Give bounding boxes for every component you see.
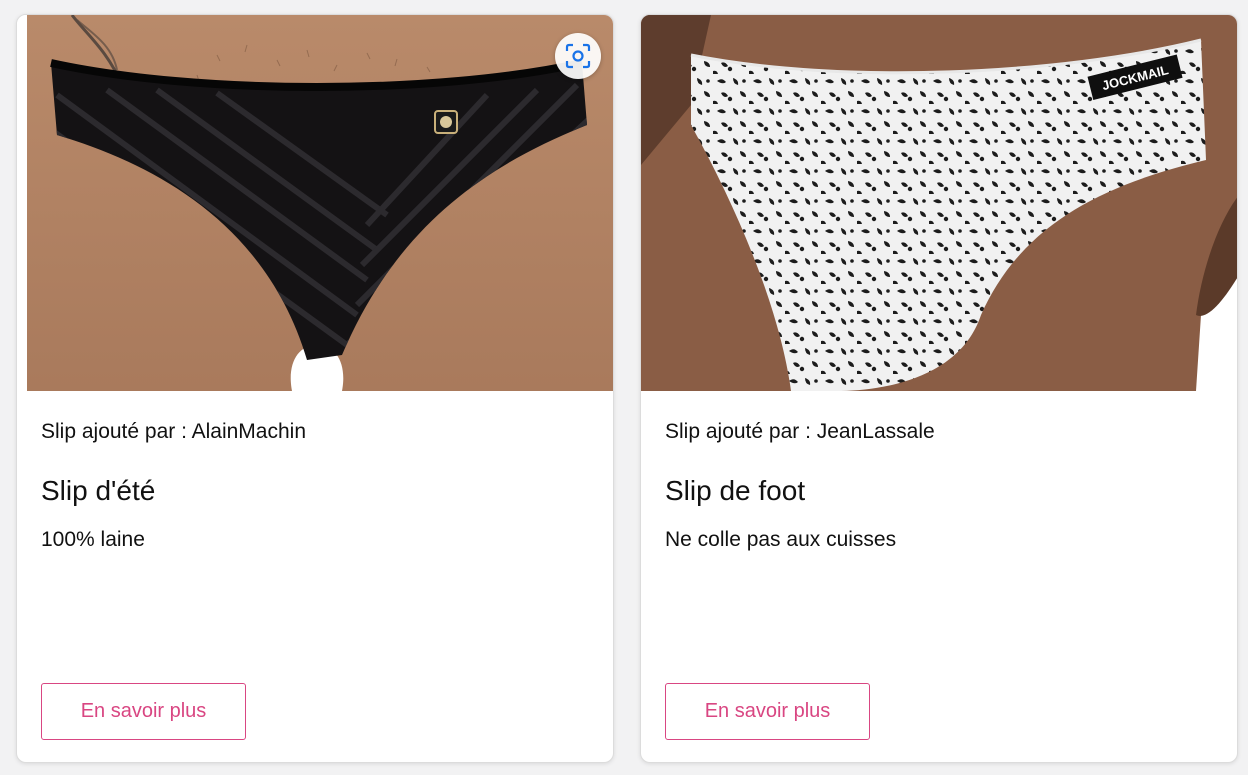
product-description: Ne colle pas aux cuisses xyxy=(665,528,897,551)
black-striped-brief-photo xyxy=(17,15,613,391)
visual-search-icon xyxy=(565,43,591,69)
learn-more-button[interactable]: En savoir plus xyxy=(665,683,870,740)
product-image: JOCKMAIL xyxy=(641,15,1237,391)
product-image xyxy=(17,15,613,391)
product-author: Slip ajouté par : JeanLassale xyxy=(665,420,935,443)
learn-more-button[interactable]: En savoir plus xyxy=(41,683,246,740)
product-grid: Slip ajouté par : AlainMachin Slip d'été… xyxy=(0,0,1248,775)
product-author: Slip ajouté par : AlainMachin xyxy=(41,420,306,443)
product-title: Slip d'été xyxy=(41,475,156,506)
visual-search-button[interactable] xyxy=(555,33,601,79)
product-card: Slip ajouté par : AlainMachin Slip d'été… xyxy=(16,14,614,763)
product-description: 100% laine xyxy=(41,528,145,551)
product-title: Slip de foot xyxy=(665,475,806,506)
product-card: JOCKMAIL Slip ajouté par : JeanLassale S… xyxy=(640,14,1238,763)
leopard-print-brief-photo: JOCKMAIL xyxy=(641,15,1237,391)
